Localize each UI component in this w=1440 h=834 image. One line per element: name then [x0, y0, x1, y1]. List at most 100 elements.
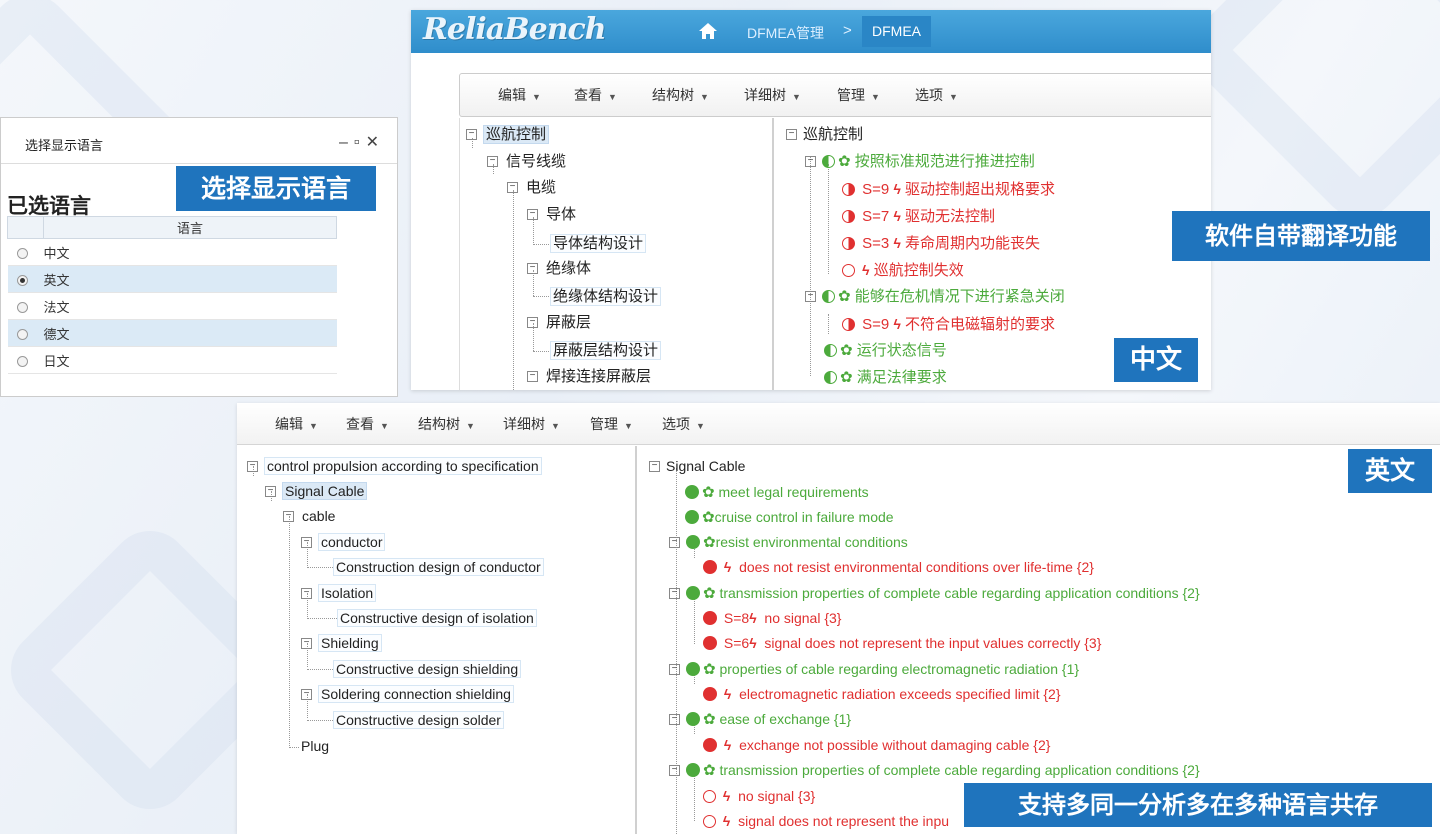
radio-button[interactable] [16, 355, 28, 367]
minimize-icon[interactable]: – [339, 134, 354, 151]
collapse-icon[interactable]: − [301, 688, 312, 700]
tree-node[interactable]: 绝缘体结构设计 [550, 286, 662, 308]
radio-button[interactable] [16, 247, 28, 259]
collapse-icon[interactable]: − [669, 536, 680, 548]
function-node[interactable]: − ✿ transmission properties of complete c… [669, 582, 1200, 604]
tree-node[interactable]: − 信号线缆 [487, 151, 568, 173]
close-icon[interactable]: ✕ [366, 134, 385, 151]
collapse-icon[interactable]: − [487, 155, 498, 167]
tree-node[interactable]: − conductor [301, 531, 386, 553]
tree-node[interactable]: − 焊接连接屏蔽层 [527, 366, 653, 388]
breadcrumb-dfmea[interactable]: DFMEA [862, 16, 931, 47]
function-node[interactable]: − ✿ properties of cable regarding electro… [669, 658, 1079, 680]
collapse-icon[interactable]: − [669, 713, 680, 725]
tree-node[interactable]: − Isolation [301, 582, 377, 604]
tree-node[interactable]: − Signal Cable [265, 480, 368, 502]
collapse-icon[interactable]: − [805, 290, 816, 302]
failure-node[interactable]: ϟ exchange not possible without damaging… [703, 734, 1050, 756]
tree-node[interactable]: − 导体 [527, 204, 578, 226]
menu-manage[interactable]: 管理 ▼ [837, 74, 880, 118]
home-icon[interactable] [698, 22, 718, 40]
tree-node[interactable]: Constructive design shielding [333, 658, 522, 680]
tree-node[interactable]: 导体结构设计 [550, 233, 647, 255]
function-node[interactable]: − ✿ transmission properties of complete c… [669, 759, 1200, 781]
tree-node[interactable]: Construction design of conductor [333, 556, 544, 578]
menu-detail-tree[interactable]: 详细树 ▼ [503, 403, 560, 447]
menu-edit[interactable]: 编辑 ▼ [275, 403, 318, 447]
radio-button-selected[interactable] [16, 274, 28, 286]
failure-node[interactable]: S=6ϟ signal does not represent the input… [703, 632, 1101, 654]
tree-node[interactable]: − 屏蔽层 [527, 312, 593, 334]
failure-node[interactable]: ϟ electromagnetic radiation exceeds spec… [703, 683, 1061, 705]
tree-node[interactable]: − cable [283, 505, 337, 527]
tree-node[interactable]: Constructive design solder [333, 709, 504, 731]
language-row[interactable]: 中文 [7, 238, 337, 266]
tree-node[interactable]: − 巡航控制 [466, 124, 550, 146]
collapse-icon[interactable]: − [466, 128, 477, 140]
menu-manage[interactable]: 管理 ▼ [590, 403, 633, 447]
failure-node[interactable]: S=3 ϟ 寿命周期内功能丧失 [842, 232, 1040, 254]
collapse-icon[interactable]: − [527, 262, 538, 274]
menu-edit[interactable]: 编辑 ▼ [498, 74, 541, 118]
function-node[interactable]: − ✿resist environmental conditions [669, 531, 908, 553]
collapse-icon[interactable]: − [786, 128, 797, 140]
menu-structure-tree[interactable]: 结构树 ▼ [418, 403, 475, 447]
collapse-icon[interactable]: − [247, 460, 258, 472]
menu-detail-tree[interactable]: 详细树 ▼ [744, 74, 801, 118]
collapse-icon[interactable]: − [805, 155, 816, 167]
failure-node[interactable]: S=7 ϟ 驱动无法控制 [842, 205, 995, 227]
menu-options[interactable]: 选项 ▼ [662, 403, 705, 447]
language-row[interactable]: 法文 [7, 292, 337, 320]
tree-node[interactable]: 屏蔽层结构设计 [550, 340, 662, 362]
collapse-icon[interactable]: − [649, 460, 660, 472]
tree-node[interactable]: − 绝缘体 [527, 258, 593, 280]
collapse-icon[interactable]: − [301, 536, 312, 548]
menu-view[interactable]: 查看 ▼ [346, 403, 389, 447]
tree-node[interactable]: − Soldering connection shielding [301, 683, 514, 705]
radio-button[interactable] [16, 301, 28, 313]
failure-node[interactable]: S=8ϟ no signal {3} [703, 607, 841, 629]
collapse-icon[interactable]: − [301, 587, 312, 599]
tree-node[interactable]: Plug [299, 735, 331, 757]
function-node[interactable]: ✿ 满足法律要求 [824, 367, 947, 389]
menu-options[interactable]: 选项 ▼ [915, 74, 958, 118]
radio-button[interactable] [16, 328, 28, 340]
reliabench-logo[interactable]: ReliaBench [423, 12, 607, 47]
failure-node[interactable]: ϟ no signal {3} [703, 785, 815, 807]
language-row[interactable]: 日文 [7, 346, 337, 374]
tree-node[interactable]: − Shielding [301, 632, 382, 654]
collapse-icon[interactable]: − [669, 764, 680, 776]
collapse-icon[interactable]: − [301, 637, 312, 649]
tree-node[interactable]: Constructive design of isolation [337, 607, 537, 629]
collapse-icon[interactable]: − [283, 510, 294, 522]
function-node[interactable]: − ✿ ease of exchange {1} [669, 708, 851, 730]
breadcrumb-dfmea-management[interactable]: DFMEA管理 [747, 23, 824, 43]
failure-node[interactable]: ϟ 巡航控制失效 [842, 259, 964, 281]
language-row[interactable]: 英文 [7, 265, 337, 293]
detail-node[interactable]: − 巡航控制 [786, 124, 863, 146]
failure-node[interactable]: S=9 ϟ 驱动控制超出规格要求 [842, 178, 1055, 200]
collapse-icon[interactable]: − [507, 181, 518, 193]
tree-node[interactable]: − 电缆 [507, 177, 558, 199]
detail-node[interactable]: − Signal Cable [649, 455, 745, 477]
failure-node[interactable]: S=9 ϟ 不符合电磁辐射的要求 [842, 313, 1055, 335]
collapse-icon[interactable]: − [527, 316, 538, 328]
failure-node[interactable]: ϟ does not resist environmental conditio… [703, 556, 1094, 578]
function-node[interactable]: ✿ meet legal requirements [685, 481, 869, 503]
collapse-icon[interactable]: − [527, 370, 538, 382]
function-node[interactable]: ✿cruise control in failure mode [685, 506, 894, 528]
function-node[interactable]: ✿ 运行状态信号 [824, 340, 947, 362]
function-node[interactable]: − ✿ 能够在危机情况下进行紧急关闭 [805, 286, 1065, 308]
collapse-icon[interactable]: − [527, 208, 538, 220]
collapse-icon[interactable]: − [669, 587, 680, 599]
maximize-icon[interactable]: ▫ [354, 134, 366, 151]
collapse-icon[interactable]: − [669, 663, 680, 675]
language-row[interactable]: 德文 [7, 319, 337, 347]
failure-label: 驱动控制超出规格要求 [905, 181, 1056, 198]
menu-view[interactable]: 查看 ▼ [574, 74, 617, 118]
collapse-icon[interactable]: − [265, 485, 276, 497]
tree-node[interactable]: − control propulsion according to specifi… [247, 455, 542, 477]
failure-node[interactable]: ϟ signal does not represent the inpu [703, 810, 949, 832]
menu-structure-tree[interactable]: 结构树 ▼ [652, 74, 709, 118]
function-node[interactable]: − ✿ 按照标准规范进行推进控制 [805, 151, 1035, 173]
